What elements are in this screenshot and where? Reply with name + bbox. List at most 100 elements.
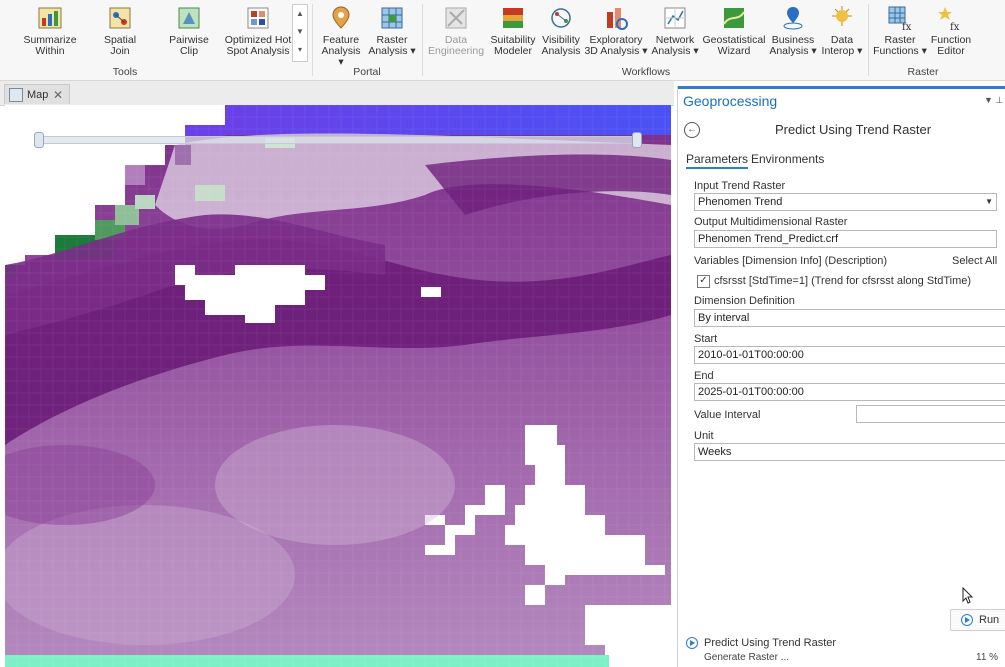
value-interval-label: Value Interval [694,409,761,421]
output-raster-input[interactable]: Phenomen Trend_Predict.crf [694,230,997,248]
data-engineering-icon [445,7,467,29]
pairwise-clip-icon [178,7,200,29]
ribbon-label-l2: Wizard [717,45,751,57]
exploratory-3d-icon [607,8,628,30]
ribbon-label-l2: Functions ▾ [873,45,927,57]
ribbon-label-l2: 3D Analysis ▾ [584,45,648,57]
business-analysis-button[interactable]: Business Analysis ▾ [768,4,818,57]
ribbon-label-l2: Within [35,45,65,57]
end-label: End [694,370,714,382]
variable-item-label: cfsrsst [StdTime=1] (Trend for cfsrsst a… [714,275,972,287]
tool-title: Predict Using Trend Raster [774,122,932,137]
raster-analysis-icon [381,7,403,29]
mouse-cursor-icon [962,587,974,604]
pairwise-clip-button[interactable]: Pairwise Clip [164,4,214,57]
unit-select[interactable]: Weeks [694,443,1005,461]
network-analysis-icon [664,7,686,29]
map-tab-bar: Map ✕ ▼ [0,81,674,179]
dimension-definition-label: Dimension Definition [694,295,795,307]
ribbon-label-l2: Join [110,45,130,57]
input-trend-raster-value: Phenomen Trend [698,196,783,208]
ribbon-label-l2: Editor [937,45,965,57]
business-analysis-icon [783,7,803,30]
spatial-join-button[interactable]: Spatial Join [97,4,143,57]
function-editor-button[interactable]: fx Function Editor [928,4,974,57]
end-input[interactable]: 2025-01-01T00:00:00 [694,383,1005,401]
visibility-analysis-button[interactable]: Visibility Analysis [540,4,582,57]
dimension-definition-select[interactable]: By interval [694,309,1005,327]
value-interval-input[interactable] [856,405,1005,423]
input-trend-raster-select[interactable]: Phenomen Trend ▼ [694,193,997,211]
output-raster-label: Output Multidimensional Raster [694,216,848,228]
ribbon-label-l2: Analysis ▾ [321,45,361,68]
play-icon [961,614,973,626]
summarize-within-button[interactable]: Summarize Within [22,4,78,57]
group-label-workflows: Workflows [621,66,671,78]
data-engineering-button[interactable]: Data Engineering [428,4,484,57]
gallery-scroll[interactable]: ▲ ▼ ▾ [292,4,308,62]
svg-text:fx: fx [902,22,912,32]
pane-options-icon[interactable]: ▼ ⊥ [984,95,1003,106]
input-trend-raster-label: Input Trend Raster [694,180,786,192]
spatial-join-icon [109,7,131,29]
ribbon-label-l2: Modeler [494,45,532,57]
geostatistical-wizard-icon [723,8,745,28]
geoprocessing-pane: Geoprocessing ▼ ⊥ ← Predict Using Trend … [677,86,1005,667]
time-slider[interactable] [34,132,642,148]
start-value: 2010-01-01T00:00:00 [698,349,804,361]
status-tool-name[interactable]: Predict Using Trend Raster [704,637,836,649]
map-tab[interactable]: Map ✕ [4,84,70,104]
geostatistical-wizard-button[interactable]: Geostatistical Wizard [702,4,766,57]
ribbon: Summarize Within Spatial Join Pairwise C… [0,0,1005,81]
run-button[interactable]: Run [950,609,1005,631]
time-slider-end-handle[interactable] [632,132,642,148]
data-interop-button[interactable]: Data Interop ▾ [820,4,864,57]
group-separator [422,4,423,76]
function-editor-icon: fx [938,7,960,32]
run-label: Run [979,614,1000,626]
svg-text:fx: fx [950,22,960,32]
raster-layer [5,105,671,667]
group-label-tools: Tools [112,66,138,78]
select-all-link[interactable]: Select All [952,255,997,267]
play-icon [686,637,698,649]
ribbon-label-l2: Analysis [541,45,581,57]
raster-functions-button[interactable]: fx Raster Functions ▾ [872,4,928,57]
start-input[interactable]: 2010-01-01T00:00:00 [694,346,1005,364]
tab-environments[interactable]: Environments [751,152,824,166]
visibility-analysis-icon [551,8,571,28]
network-analysis-button[interactable]: Network Analysis ▾ [650,4,700,57]
variable-checkbox[interactable]: ✓ [697,275,710,288]
group-label-portal: Portal [353,66,381,78]
optimized-hot-spot-button[interactable]: Optimized Hot Spot Analysis [224,4,292,57]
raster-analysis-button[interactable]: Raster Analysis ▾ [368,4,416,57]
exploratory-3d-analysis-button[interactable]: Exploratory 3D Analysis ▾ [584,4,648,57]
dimension-definition-value: By interval [698,312,750,324]
tab-parameters[interactable]: Parameters [686,152,749,169]
ribbon-label-l2: Spot Analysis [226,45,290,57]
summarize-within-icon [38,7,62,29]
group-separator [868,4,869,76]
group-label-raster: Raster [907,66,939,78]
suitability-modeler-button[interactable]: Suitability Modeler [487,4,539,57]
unit-label: Unit [694,430,714,442]
time-slider-start-handle[interactable] [34,132,44,148]
map-canvas[interactable] [5,105,671,667]
ribbon-label-l2: Analysis ▾ [769,45,817,57]
chevron-down-icon: ▼ [985,197,993,206]
variables-label: Variables [Dimension Info] (Description) [694,255,887,267]
pane-accent-bar [678,86,1005,89]
start-label: Start [694,333,718,345]
close-icon[interactable]: ✕ [53,88,63,102]
ribbon-label-l2: Analysis ▾ [368,45,416,57]
unit-value: Weeks [698,446,732,458]
suitability-modeler-icon [503,8,523,28]
status-message: Generate Raster ... [704,652,790,663]
map-tab-label: Map [27,88,49,101]
ribbon-label-l2: Analysis ▾ [651,45,699,57]
ribbon-label-l2: Clip [179,45,199,57]
ribbon-label-l2: Engineering [428,45,485,57]
feature-analysis-button[interactable]: Feature Analysis ▾ [318,4,364,68]
pane-title: Geoprocessing [683,93,778,109]
status-progress-percent: 11 % [976,652,999,663]
